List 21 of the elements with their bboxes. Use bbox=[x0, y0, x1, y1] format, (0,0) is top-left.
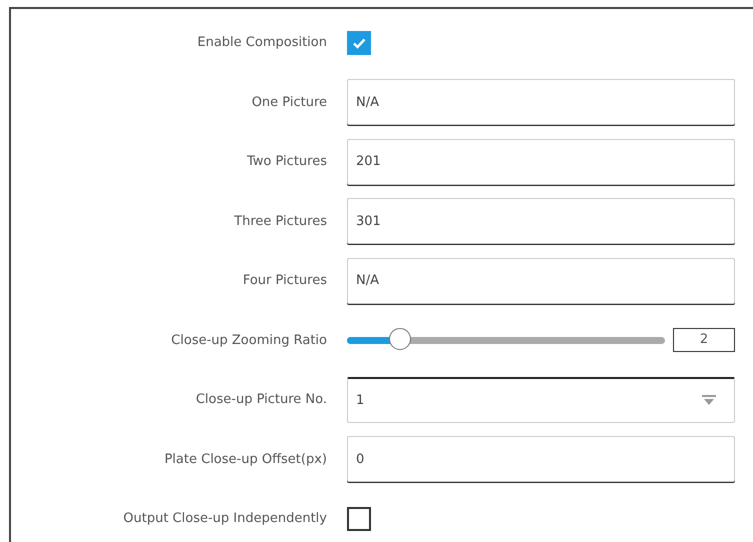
field-label: Plate Close-up Offset(px) bbox=[163, 452, 327, 467]
input-field[interactable]: 301 bbox=[347, 198, 735, 244]
checkbox[interactable] bbox=[347, 30, 371, 55]
ratio-value: 2 bbox=[673, 328, 735, 352]
field-label: Four Pictures bbox=[242, 273, 327, 288]
field-label: Close-up Zooming Ratio bbox=[170, 332, 327, 348]
field-label: Enable Composition bbox=[196, 35, 327, 50]
slider-thumb[interactable] bbox=[389, 328, 412, 350]
dropdown[interactable]: 1 bbox=[347, 376, 735, 423]
field-label: Close-up Picture No. bbox=[194, 392, 327, 408]
input-field[interactable]: N/A bbox=[347, 79, 735, 126]
field-label: Output Close-up Independently bbox=[122, 511, 327, 526]
dropdown-arrow-icon bbox=[702, 395, 716, 406]
field-label: Two Pictures bbox=[246, 154, 327, 170]
field-label: Three Pictures bbox=[233, 214, 327, 229]
checkbox[interactable] bbox=[347, 506, 371, 531]
input-field[interactable]: 201 bbox=[347, 138, 735, 185]
input-field[interactable]: N/A bbox=[347, 258, 735, 304]
input-field[interactable]: 0 bbox=[347, 436, 735, 482]
slider[interactable] bbox=[347, 328, 665, 352]
field-label: One Picture bbox=[250, 94, 327, 110]
